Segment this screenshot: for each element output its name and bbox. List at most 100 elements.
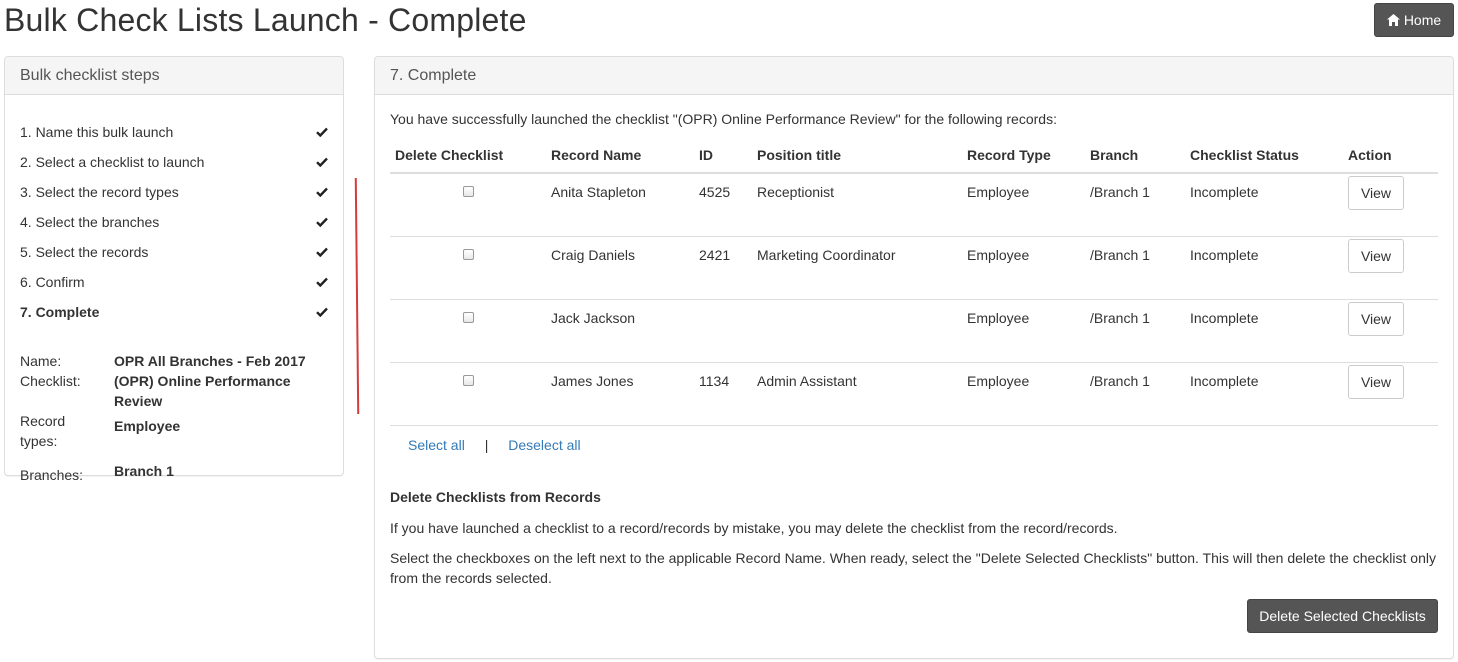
summary-name-row: Name: OPR All Branches - Feb 2017 [20, 351, 335, 371]
table-row: Anita Stapleton 4525 Receptionist Employee /… [390, 173, 1438, 237]
cell-position [752, 299, 962, 363]
column-header: Delete Checklist [390, 137, 546, 174]
check-icon [316, 277, 328, 287]
summary-record-types-row: Record types: Employee [20, 413, 335, 451]
view-button[interactable]: View [1348, 176, 1404, 210]
delete-checkbox[interactable] [462, 311, 474, 323]
step-label: 5. Select the records [20, 244, 149, 260]
page-title: Bulk Check Lists Launch - Complete [4, 2, 527, 38]
column-header: Action [1343, 137, 1438, 174]
home-icon [1386, 14, 1400, 26]
cell-name: Jack Jackson [546, 299, 694, 363]
view-button[interactable]: View [1348, 301, 1404, 336]
cell-type: Employee [962, 236, 1085, 300]
summary-record-types-key: Record types: [20, 413, 66, 449]
delete-checkbox-cell [390, 362, 546, 426]
column-header: Record Name [546, 137, 694, 174]
deselect-all-link[interactable]: Deselect all [508, 437, 580, 453]
step-item: 2. Select a checklist to launch [20, 147, 330, 177]
cell-action: View [1343, 362, 1438, 426]
complete-panel-title: 7. Complete [375, 57, 1453, 95]
check-icon [316, 247, 328, 257]
cell-branch: /Branch 1 [1085, 299, 1185, 363]
step-item: 6. Confirm [20, 267, 330, 297]
delete-checkbox[interactable] [462, 248, 474, 260]
column-header: Branch [1085, 137, 1185, 174]
table-row: James Jones 1134 Admin Assistant Employee/B… [390, 362, 1438, 426]
success-message: You have successfully launched the check… [390, 111, 1057, 127]
steps-panel: Bulk checklist steps 1. Name this bulk l… [4, 56, 344, 483]
summary-record-types-value: Employee [114, 418, 181, 434]
summary-branches-value: Branch 1 [114, 463, 174, 479]
steps-panel-title: Bulk checklist steps [5, 57, 343, 95]
steps-list: 1. Name this bulk launch 2. Select a chec… [20, 117, 330, 327]
link-separator: | [484, 437, 489, 453]
records-table: Delete Checklist Record Name ID Position ti… [390, 137, 1438, 426]
table-header-row: Delete Checklist Record Name ID Position ti… [390, 137, 1438, 174]
check-icon [316, 187, 328, 197]
delete-heading: Delete Checklists from Records [390, 489, 601, 505]
cell-branch: /Branch 1 [1085, 173, 1185, 237]
cell-position: Admin Assistant [752, 362, 962, 426]
cell-status: Incomplete [1185, 299, 1343, 363]
summary-branches-row: Branches: Branch 1 [20, 461, 335, 485]
column-header: Record Type [962, 137, 1085, 174]
cell-id: 4525 [694, 173, 752, 237]
check-icon [316, 157, 328, 167]
cell-id [694, 299, 752, 363]
cell-action: View [1343, 173, 1438, 237]
summary-name-value: OPR All Branches - Feb 2017 [114, 353, 306, 369]
step-item: 4. Select the branches [20, 207, 330, 237]
complete-panel: 7. Complete You have successfully launch… [374, 56, 1454, 659]
delete-checkbox[interactable] [462, 186, 474, 197]
step-label: 6. Confirm [20, 274, 85, 290]
home-button-label: Home [1403, 12, 1442, 28]
cell-type: Employee [962, 362, 1085, 426]
table-row: Craig Daniels 2421 Marketing Coordinator Em… [390, 236, 1438, 300]
cell-branch: /Branch 1 [1085, 362, 1185, 426]
step-item: 7. Complete [20, 297, 330, 327]
cell-name: James Jones [546, 362, 694, 426]
cell-id: 1134 [694, 362, 752, 426]
step-label: 4. Select the branches [20, 214, 160, 230]
column-header: Position title [752, 137, 962, 174]
step-label: 2. Select a checklist to launch [20, 154, 205, 170]
step-label: 3. Select the record types [20, 184, 179, 200]
cell-branch: /Branch 1 [1085, 236, 1185, 300]
check-icon [316, 307, 328, 317]
summary-checklist-value: (OPR) Online Performance Review [114, 373, 291, 409]
cell-status: Incomplete [1185, 236, 1343, 300]
summary-name-key: Name: [20, 353, 62, 369]
step-item: 5. Select the records [20, 237, 330, 267]
view-button[interactable]: View [1348, 238, 1404, 273]
cell-type: Employee [962, 299, 1085, 363]
launch-summary: Name: OPR All Branches - Feb 2017 Checkl… [20, 351, 335, 485]
cell-name: Anita Stapleton [546, 173, 694, 237]
delete-checkbox[interactable] [462, 374, 474, 386]
cell-action: View [1343, 299, 1438, 363]
red-annotation-line [354, 177, 360, 415]
step-label: 7. Complete [20, 304, 100, 320]
cell-name: Craig Daniels [546, 236, 694, 300]
cell-status: Incomplete [1185, 173, 1343, 237]
home-button[interactable]: Home [1374, 3, 1454, 37]
select-all-link[interactable]: Select all [408, 437, 465, 453]
cell-status: Incomplete [1185, 362, 1343, 426]
delete-instructions-1: If you have launched a checklist to a re… [390, 520, 1118, 536]
cell-action: View [1343, 236, 1438, 300]
summary-checklist-key: Checklist: [20, 373, 81, 389]
view-button[interactable]: View [1348, 364, 1404, 399]
cell-id: 2421 [694, 236, 752, 300]
check-icon [316, 217, 328, 227]
column-header: Checklist Status [1185, 137, 1343, 174]
summary-checklist-row: Checklist: (OPR) Online Performance Revi… [20, 371, 335, 411]
delete-checkbox-cell [390, 236, 546, 300]
column-header: ID [694, 137, 752, 174]
delete-checkbox-cell [390, 299, 546, 363]
step-item: 1. Name this bulk launch [20, 117, 330, 147]
delete-selected-checklists-button[interactable]: Delete Selected Checklists [1247, 599, 1438, 633]
summary-branches-key: Branches: [20, 467, 84, 483]
step-label: 1. Name this bulk launch [20, 124, 174, 140]
cell-position: Receptionist [752, 173, 962, 237]
delete-instructions-2: Select the checkboxes on the left next t… [390, 550, 1436, 586]
